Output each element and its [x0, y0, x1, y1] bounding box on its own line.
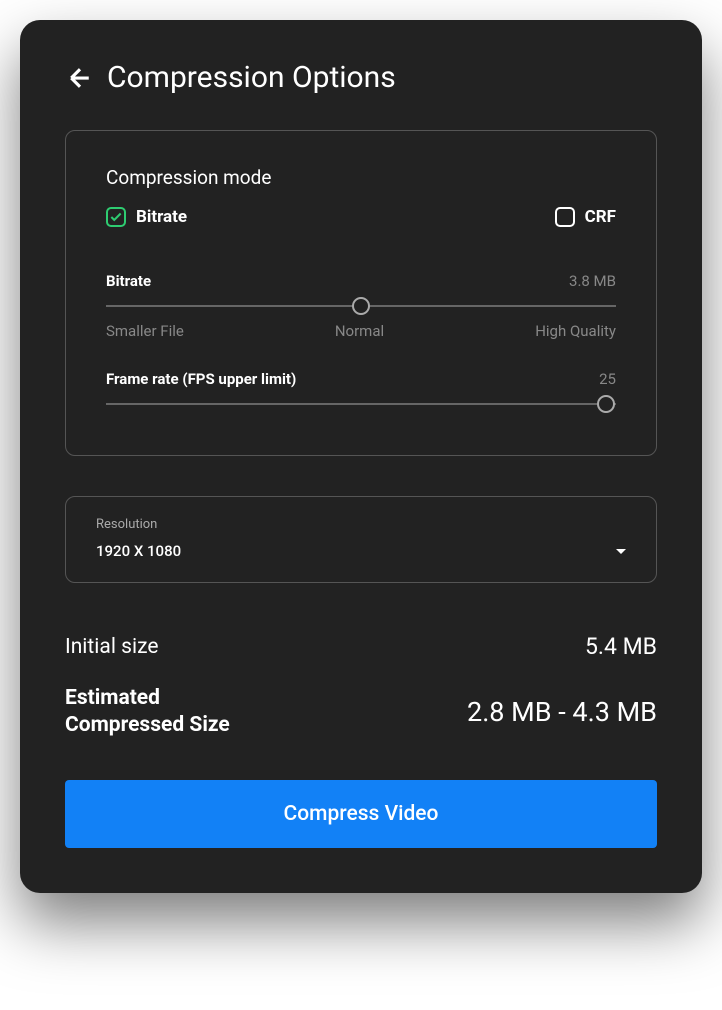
bitrate-slider-label: Bitrate	[106, 272, 151, 290]
header: Compression Options	[65, 60, 657, 95]
chevron-down-icon	[616, 549, 626, 554]
compression-options-panel: Compression Options Compression mode Bit…	[20, 20, 702, 893]
estimated-size-row: Estimated Compressed Size 2.8 MB - 4.3 M…	[65, 685, 657, 740]
bitrate-slider-thumb[interactable]	[352, 297, 370, 315]
checkbox-unchecked-icon	[555, 207, 575, 227]
checkbox-checked-icon	[106, 207, 126, 227]
bitrate-radio[interactable]: Bitrate	[106, 207, 187, 227]
compression-mode-label: Compression mode	[106, 166, 616, 189]
crf-radio-label: CRF	[585, 207, 616, 227]
framerate-slider-label: Frame rate (FPS upper limit)	[106, 370, 296, 388]
framerate-slider-thumb[interactable]	[597, 395, 615, 413]
resolution-card: Resolution 1920 X 1080	[65, 496, 657, 583]
bitrate-radio-label: Bitrate	[136, 207, 187, 227]
initial-size-value: 5.4 MB	[585, 633, 657, 660]
compress-video-button[interactable]: Compress Video	[65, 780, 657, 848]
estimated-size-label-1: Estimated	[65, 685, 230, 712]
compression-mode-card: Compression mode Bitrate CRF	[65, 130, 657, 456]
bitrate-slider-track[interactable]	[106, 305, 616, 307]
bitrate-slider-left-label: Smaller File	[106, 322, 184, 340]
back-arrow-icon[interactable]	[65, 63, 95, 93]
bitrate-slider-right-label: High Quality	[535, 322, 616, 340]
resolution-label: Resolution	[96, 517, 626, 532]
mode-radio-group: Bitrate CRF	[106, 207, 616, 227]
bitrate-slider-section: Bitrate 3.8 MB Smaller File Normal High …	[106, 272, 616, 340]
resolution-dropdown[interactable]: 1920 X 1080	[96, 542, 626, 560]
estimated-size-value: 2.8 MB - 4.3 MB	[467, 696, 657, 728]
initial-size-row: Initial size 5.4 MB	[65, 633, 657, 660]
framerate-slider-track[interactable]	[106, 403, 616, 405]
resolution-value: 1920 X 1080	[96, 542, 181, 560]
estimated-size-label-2: Compressed Size	[65, 712, 230, 739]
framerate-slider-section: Frame rate (FPS upper limit) 25	[106, 370, 616, 405]
page-title: Compression Options	[107, 60, 396, 95]
bitrate-slider-center-label: Normal	[335, 322, 384, 340]
framerate-slider-value: 25	[599, 370, 616, 388]
crf-radio[interactable]: CRF	[555, 207, 616, 227]
initial-size-label: Initial size	[65, 635, 158, 659]
bitrate-slider-value: 3.8 MB	[569, 272, 616, 290]
